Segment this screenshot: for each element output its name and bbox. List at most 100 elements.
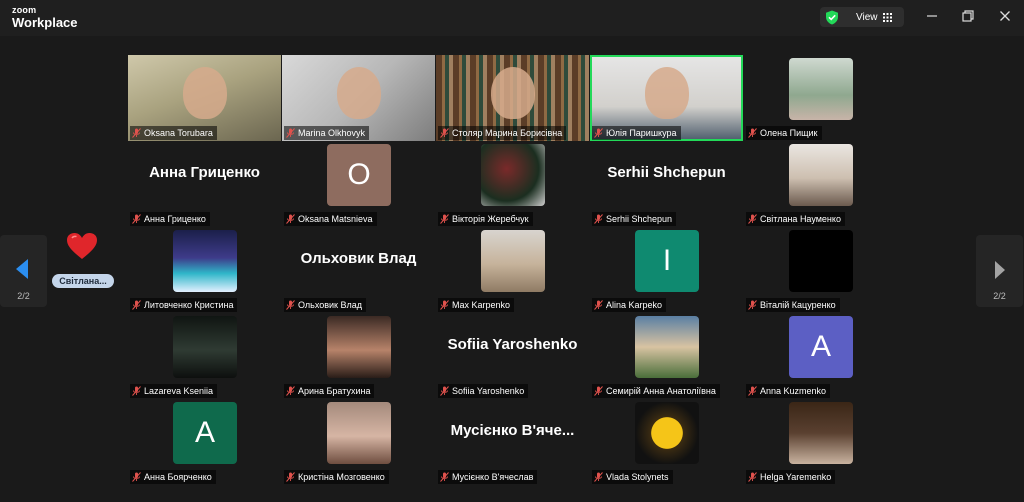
participant-video: [789, 144, 853, 206]
participant-tile[interactable]: Юлія Паришкура: [590, 55, 743, 141]
participant-name-label: Мусієнко В'ячеслав: [438, 470, 538, 484]
participant-name: Serhii Shchepun: [606, 214, 673, 224]
participant-tile[interactable]: Vlada Stolynets: [590, 399, 743, 485]
view-label: View: [856, 11, 878, 23]
participant-tile[interactable]: Віталій Кацуренко: [744, 227, 897, 313]
view-button[interactable]: View: [820, 7, 904, 27]
restore-icon[interactable]: [961, 9, 975, 23]
participant-tile[interactable]: Світлана Науменко: [744, 141, 897, 227]
muted-mic-icon: [594, 300, 603, 310]
previous-page-button[interactable]: 2/2: [0, 235, 47, 307]
participant-name: Віталій Кацуренко: [760, 300, 836, 310]
brand-top: zoom: [12, 5, 37, 15]
participant-name: Marina Olkhovyk: [298, 128, 366, 138]
participant-display-name: Ольховик Влад: [300, 250, 417, 267]
muted-mic-icon: [132, 472, 141, 482]
avatar: A: [789, 316, 853, 378]
participant-tile[interactable]: Мусієнко В'яче... Мусієнко В'ячеслав: [436, 399, 589, 485]
muted-mic-icon: [286, 300, 295, 310]
muted-mic-icon: [132, 214, 141, 224]
muted-mic-icon: [132, 300, 141, 310]
participant-name-label: Віталій Кацуренко: [746, 298, 840, 312]
participant-tile[interactable]: Вікторія Жеребчук: [436, 141, 589, 227]
participant-tile[interactable]: Sofiia Yaroshenko Sofiia Yaroshenko: [436, 313, 589, 399]
participant-tile[interactable]: Marina Olkhovyk: [282, 55, 435, 141]
muted-mic-icon: [594, 386, 603, 396]
reaction-name-pill: Світлана...: [52, 274, 114, 288]
participant-video: [491, 67, 535, 119]
participant-tile[interactable]: Олена Пищик: [744, 55, 897, 141]
participant-video: [635, 402, 699, 464]
participant-video: [183, 67, 227, 119]
participant-name: Семирій Анна Анатоліївна: [606, 386, 716, 396]
close-icon[interactable]: [998, 9, 1012, 23]
participant-video: [481, 144, 545, 206]
muted-mic-icon: [748, 472, 757, 482]
participant-name-label: Sofiia Yaroshenko: [438, 384, 529, 398]
participant-name: Max Karpenko: [452, 300, 511, 310]
participant-name: Helga Yaremenko: [760, 472, 832, 482]
avatar: I: [635, 230, 699, 292]
participant-tile[interactable]: Helga Yaremenko: [744, 399, 897, 485]
participant-tile[interactable]: O Oksana Matsnieva: [282, 141, 435, 227]
participant-name: Anna Kuzmenko: [760, 386, 827, 396]
muted-mic-icon: [440, 214, 449, 224]
participant-name: Lazareva Kseniia: [144, 386, 214, 396]
participant-name-label: Світлана Науменко: [746, 212, 845, 226]
shield-check-icon: [826, 10, 838, 24]
participant-name-label: Anna Kuzmenko: [746, 384, 831, 398]
participant-tile[interactable]: Lazareva Kseniia: [128, 313, 281, 399]
next-page-button[interactable]: 2/2: [976, 235, 1023, 307]
participant-tile[interactable]: Литовченко Кристина: [128, 227, 281, 313]
participant-name: Vlada Stolynets: [606, 472, 669, 482]
participant-video: [645, 67, 689, 119]
muted-mic-icon: [748, 386, 757, 396]
participant-name: Вікторія Жеребчук: [452, 214, 529, 224]
muted-mic-icon: [748, 300, 757, 310]
participant-name-label: Ольховик Влад: [284, 298, 367, 312]
participant-tile[interactable]: A Анна Боярченко: [128, 399, 281, 485]
participant-video: [173, 230, 237, 292]
muted-mic-icon: [748, 128, 757, 138]
minimize-icon[interactable]: [925, 9, 939, 23]
participant-name-label: Арина Братухина: [284, 384, 375, 398]
participant-tile[interactable]: I Alina Karpeko: [590, 227, 743, 313]
muted-mic-icon: [132, 386, 141, 396]
muted-mic-icon: [440, 300, 449, 310]
participant-name: Кристіна Мозговенко: [298, 472, 385, 482]
participant-name-label: Олена Пищик: [746, 126, 822, 140]
participant-name-label: Столяр Марина Борисівна: [438, 126, 567, 140]
participant-video: [789, 230, 853, 292]
page-indicator-left: 2/2: [17, 291, 30, 301]
participant-tile[interactable]: Семирій Анна Анатоліївна: [590, 313, 743, 399]
participant-name: Alina Karpeko: [606, 300, 663, 310]
muted-mic-icon: [286, 128, 295, 138]
participant-tile[interactable]: Serhii Shchepun Serhii Shchepun: [590, 141, 743, 227]
participant-name-label: Анна Гриценко: [130, 212, 210, 226]
participant-tile[interactable]: Max Karpenko: [436, 227, 589, 313]
participant-tile[interactable]: Арина Братухина: [282, 313, 435, 399]
participant-name-label: Alina Karpeko: [592, 298, 667, 312]
arrow-right-icon: [995, 261, 1005, 279]
title-bar: zoom Workplace View: [0, 0, 1024, 36]
muted-mic-icon: [440, 386, 449, 396]
participant-tile[interactable]: Ольховик Влад Ольховик Влад: [282, 227, 435, 313]
participant-name-label: Marina Olkhovyk: [284, 126, 370, 140]
participant-tile[interactable]: Кристіна Мозговенко: [282, 399, 435, 485]
participant-tile[interactable]: A Anna Kuzmenko: [744, 313, 897, 399]
participant-tile[interactable]: Oksana Torubara: [128, 55, 281, 141]
app-logo: zoom Workplace: [12, 5, 78, 30]
participant-display-name: Анна Гриценко: [149, 164, 260, 181]
participant-name: Столяр Марина Борисівна: [452, 128, 563, 138]
participant-tile[interactable]: Анна Гриценко Анна Гриценко: [128, 141, 281, 227]
participant-name-label: Serhii Shchepun: [592, 212, 677, 226]
participant-name: Анна Гриценко: [144, 214, 206, 224]
participant-tile[interactable]: Столяр Марина Борисівна: [436, 55, 589, 141]
heart-reaction-icon: [67, 233, 97, 259]
participant-video: [789, 58, 853, 120]
participant-name-label: Семирій Анна Анатоліївна: [592, 384, 720, 398]
participant-display-name: Мусієнко В'яче...: [450, 422, 575, 439]
muted-mic-icon: [440, 472, 449, 482]
avatar: O: [327, 144, 391, 206]
participant-name: Анна Боярченко: [144, 472, 212, 482]
